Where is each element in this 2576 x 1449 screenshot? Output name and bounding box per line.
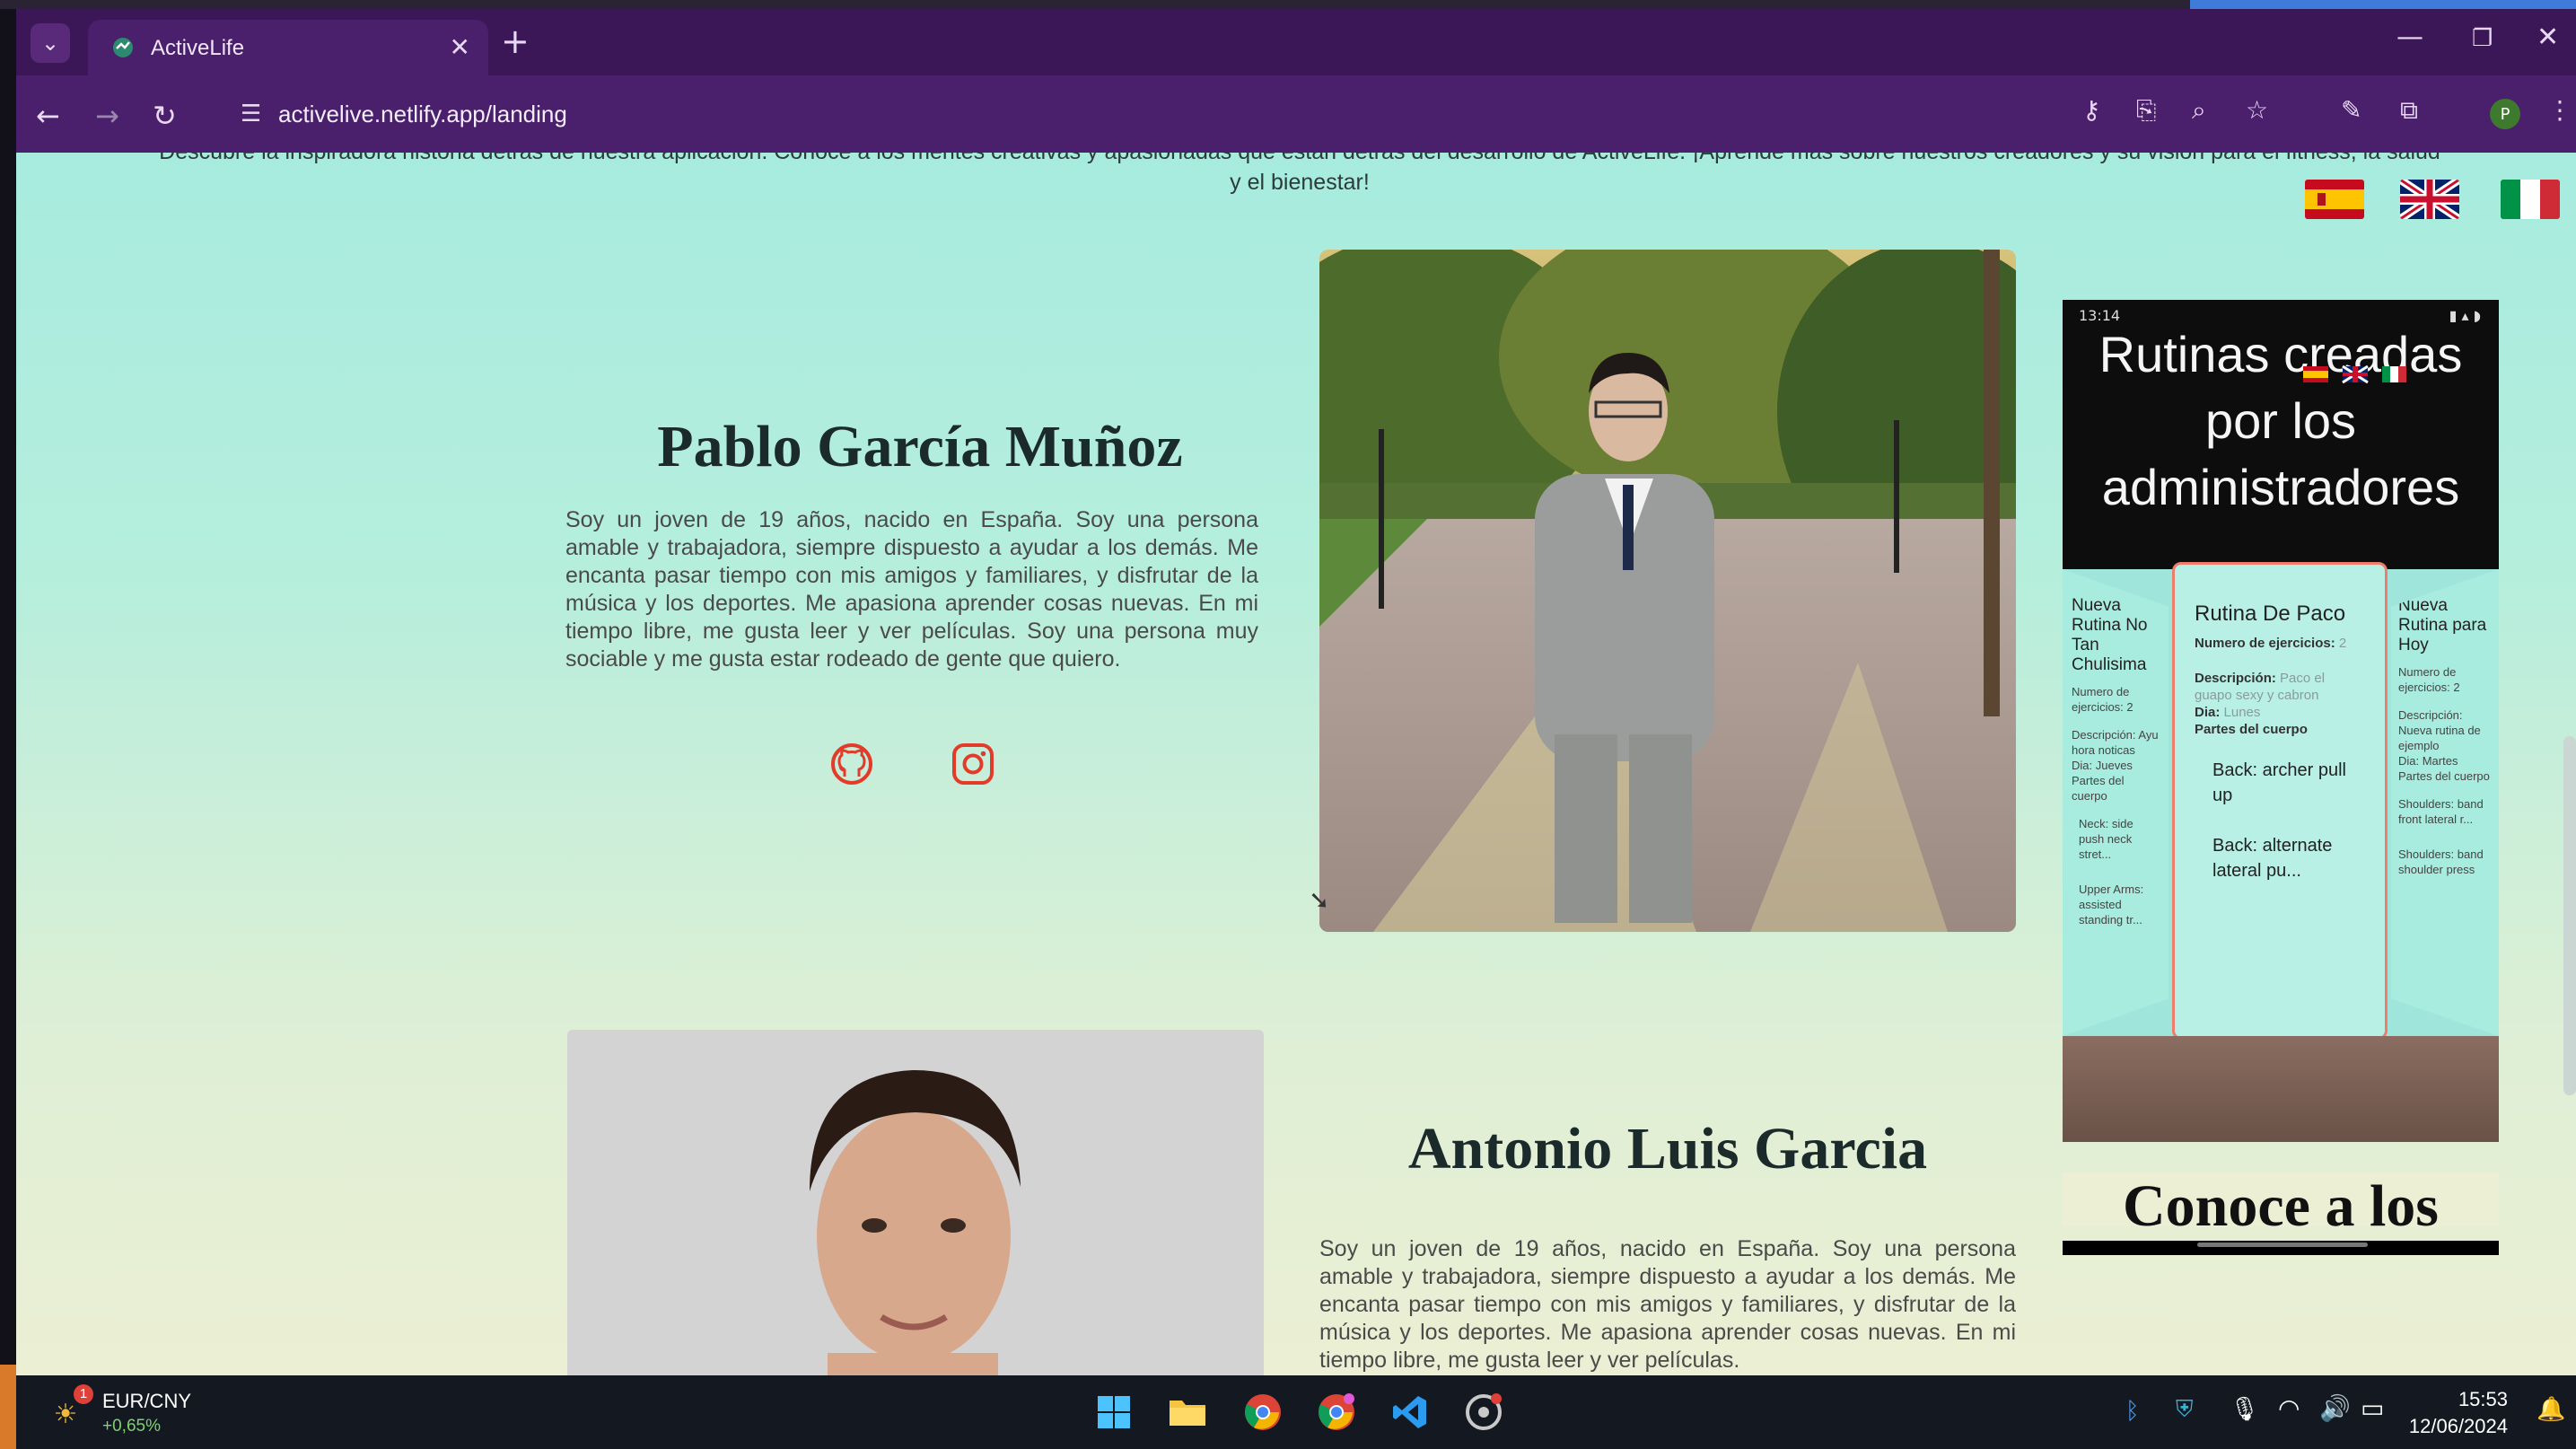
ticker-change: +0,65% — [102, 1417, 161, 1436]
bluetooth-icon[interactable]: ᛒ — [2125, 1397, 2140, 1425]
kebab-menu-icon[interactable]: ⋮ — [2547, 95, 2572, 125]
profile-bio-antonio: Soy un joven de 19 años, nacido en Españ… — [1319, 1236, 2016, 1373]
photo-antonio — [567, 1030, 1264, 1375]
uk-flag-icon[interactable] — [2400, 180, 2459, 219]
tab-bar: ⌄ ActiveLife ✕ + — ❐ ✕ — [16, 9, 2576, 75]
italy-flag-icon[interactable] — [2501, 180, 2560, 219]
intro-line-1: Descubre la inspiradora historia detrás … — [52, 153, 2547, 167]
tab-close-icon[interactable]: ✕ — [450, 32, 470, 62]
reload-icon[interactable]: ↻ — [153, 99, 177, 133]
back-icon[interactable]: ← — [36, 99, 60, 133]
phone-heading: Rutinas creadas por los administradores — [2098, 326, 2463, 515]
security-shield-icon[interactable]: ⛨ — [2176, 1395, 2194, 1424]
microphone-icon[interactable]: 🎙 — [2230, 1395, 2259, 1423]
phone-flags-icon — [2303, 364, 2406, 384]
github-desktop-icon[interactable] — [1463, 1392, 1504, 1433]
photo-pablo — [1319, 250, 2016, 932]
minimize-icon[interactable]: — — [2396, 22, 2423, 53]
profile-avatar[interactable]: P — [2490, 99, 2520, 129]
new-tab-button[interactable]: + — [501, 22, 530, 61]
phone-mockup: 13:14 ▮ ▴ ◗ Rutinas creadas por los admi… — [2063, 300, 2499, 1142]
phone-floor-image — [2063, 1036, 2499, 1142]
mouse-cursor-icon: ➘ — [1309, 885, 1330, 915]
zoom-icon[interactable]: ⌕ — [2192, 95, 2206, 126]
github-icon[interactable] — [828, 741, 875, 787]
exercise-item: Back: archer pull up — [2212, 760, 2346, 805]
screen-accent-edge — [2190, 0, 2576, 9]
forward-icon[interactable]: → — [95, 99, 119, 133]
routine-title: Rutina De Paco — [2195, 602, 2346, 626]
translate-icon[interactable]: ⎘ — [2136, 95, 2156, 126]
browser-chrome: ⌄ ActiveLife ✕ + — ❐ ✕ ← → ↻ ☰ activeliv… — [16, 9, 2576, 153]
routine-card-main[interactable]: Rutina De Paco Numero de ejercicios: 2 D… — [2172, 562, 2388, 1040]
notification-bell-icon[interactable]: 🔔 — [2537, 1395, 2565, 1423]
restore-icon[interactable]: ❐ — [2472, 25, 2493, 52]
activelife-favicon-icon — [113, 38, 133, 57]
routine-card-right[interactable]: Nueva Rutina para Hoy Numero de ejercici… — [2391, 569, 2499, 1036]
bookmark-star-icon[interactable]: ☆ — [2246, 95, 2268, 125]
page-scrollbar[interactable] — [2563, 736, 2576, 1095]
windows-taskbar: ☀ 1 EUR/CNY +0,65% ᛒ ⛨ 🎙 ◠ 🔊 ▭ 15:53 12/… — [16, 1375, 2576, 1449]
extensions-puzzle-icon[interactable]: ⧉ — [2400, 95, 2418, 126]
wifi-icon[interactable]: ◠ — [2278, 1393, 2300, 1423]
instagram-icon[interactable] — [950, 741, 996, 787]
ticker-name[interactable]: EUR/CNY — [102, 1390, 191, 1413]
profile-name-pablo: Pablo García Muñoz — [657, 414, 1183, 479]
pen-extension-icon[interactable]: ✎ — [2341, 95, 2361, 125]
vscode-icon[interactable] — [1389, 1392, 1431, 1433]
routine-card-left[interactable]: Nueva Rutina No Tan Chulisima Numero de … — [2063, 569, 2169, 1036]
site-info-icon[interactable]: ☰ — [241, 101, 261, 127]
clock-time[interactable]: 15:53 — [2413, 1388, 2508, 1411]
url-text[interactable]: activelive.netlify.app/landing — [278, 101, 567, 128]
phone-bottom-bar — [2063, 1241, 2499, 1255]
widget-badge: 1 — [74, 1384, 93, 1404]
exercise-item: Back: alternate lateral pu... — [2212, 836, 2333, 881]
clock-date[interactable]: 12/06/2024 — [2382, 1415, 2508, 1438]
tab-search-button[interactable]: ⌄ — [31, 23, 70, 63]
password-key-icon[interactable]: ⚷ — [2082, 95, 2101, 125]
intro-text: Descubre la inspiradora historia detrás … — [52, 153, 2547, 198]
address-bar[interactable]: ☰ activelive.netlify.app/landing — [223, 88, 2018, 140]
profile-name-antonio: Antonio Luis Garcia — [1407, 1116, 1928, 1181]
conoce-heading: Conoce a los — [2063, 1172, 2499, 1239]
battery-icon[interactable]: ▭ — [2361, 1393, 2384, 1423]
tab-activelife[interactable]: ActiveLife ✕ — [88, 20, 488, 75]
browser-toolbar: ← → ↻ ☰ activelive.netlify.app/landing ⚷… — [16, 75, 2576, 153]
windows-start-icon[interactable] — [1093, 1392, 1135, 1433]
phone-carousel: Nueva Rutina No Tan Chulisima Numero de … — [2063, 562, 2499, 1040]
intro-line-2: y el bienestar! — [1230, 170, 1370, 195]
spain-flag-icon[interactable] — [2305, 180, 2364, 219]
file-explorer-icon[interactable] — [1167, 1392, 1208, 1433]
chrome-profile-icon[interactable] — [1316, 1392, 1357, 1433]
chrome-icon[interactable] — [1242, 1392, 1284, 1433]
close-window-icon[interactable]: ✕ — [2537, 22, 2559, 53]
chevron-down-icon: ⌄ — [40, 31, 60, 56]
volume-icon[interactable]: 🔊 — [2319, 1393, 2351, 1423]
tab-title: ActiveLife — [151, 36, 245, 60]
profile-bio-pablo: Soy un joven de 19 años, nacido en Españ… — [565, 507, 1258, 672]
phone-home-indicator — [2197, 1243, 2368, 1247]
